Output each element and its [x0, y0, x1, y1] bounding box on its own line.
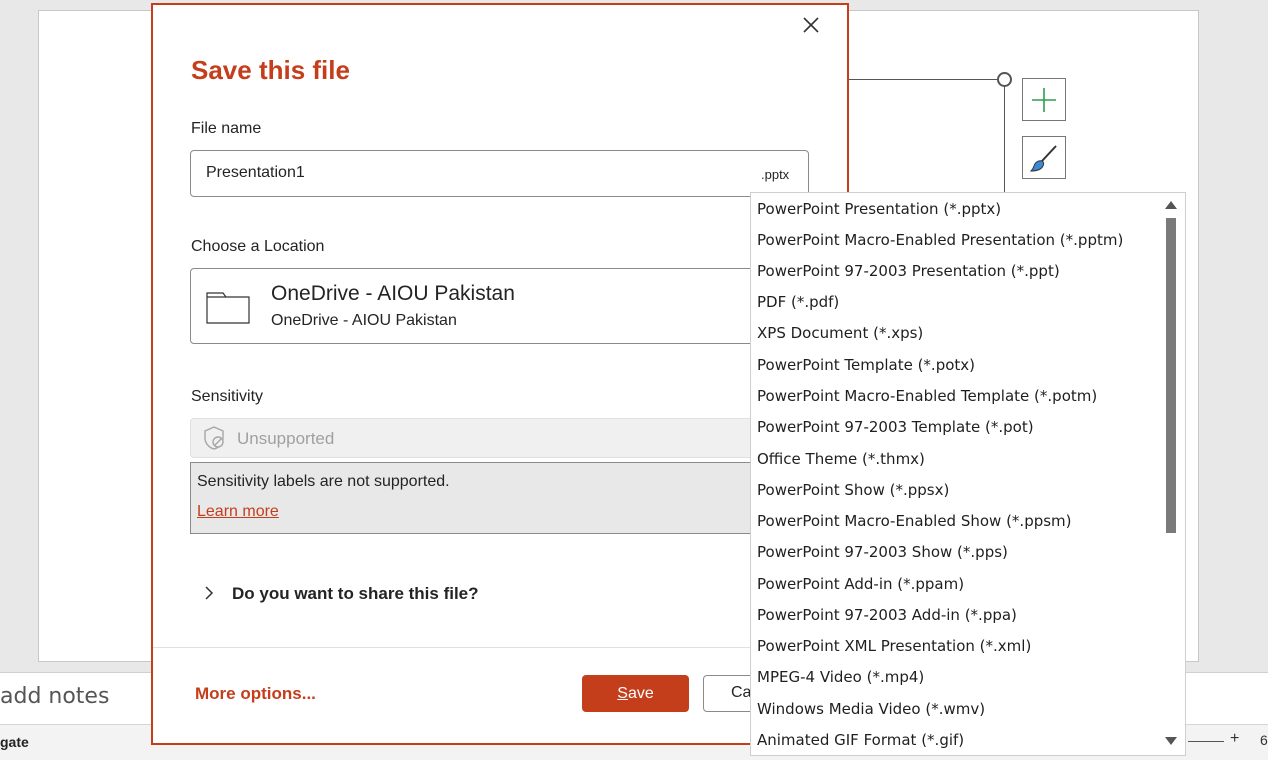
file-type-option[interactable]: PowerPoint 97-2003 Show (*.pps) [757, 543, 1008, 561]
add-element-button[interactable] [1022, 78, 1066, 121]
connector-line-vertical [1004, 86, 1005, 196]
style-brush-button[interactable] [1022, 136, 1066, 179]
sensitivity-info-text: Sensitivity labels are not supported. [197, 473, 450, 490]
save-button-label: ave [627, 684, 654, 702]
file-type-option[interactable]: PowerPoint Template (*.potx) [757, 356, 975, 374]
file-type-option[interactable]: Animated GIF Format (*.gif) [757, 731, 964, 749]
plus-icon [1032, 87, 1056, 112]
save-dialog [151, 3, 849, 745]
file-name-value[interactable]: Presentation1 [206, 164, 305, 182]
file-type-option[interactable]: PowerPoint Macro-Enabled Presentation (*… [757, 231, 1123, 249]
share-file-toggle[interactable]: Do you want to share this file? [232, 584, 479, 604]
scroll-up-arrow-icon[interactable] [1164, 199, 1178, 211]
file-type-option[interactable]: PowerPoint XML Presentation (*.xml) [757, 637, 1031, 655]
brush-icon [1029, 144, 1057, 172]
file-type-option[interactable]: PowerPoint 97-2003 Add-in (*.ppa) [757, 606, 1017, 624]
location-title: OneDrive - AIOU Pakistan [271, 282, 515, 305]
zoom-slider[interactable] [1188, 741, 1224, 742]
folder-icon [206, 292, 250, 324]
sensitivity-label: Sensitivity [191, 388, 264, 405]
more-options-link[interactable]: More options... [195, 684, 316, 704]
file-type-selector[interactable]: .pptx [761, 167, 789, 182]
connector-line [846, 79, 999, 80]
dialog-divider [153, 647, 847, 648]
file-type-option[interactable]: PowerPoint 97-2003 Template (*.pot) [757, 418, 1034, 436]
sensitivity-value: Unsupported [237, 429, 335, 448]
chevron-right-icon[interactable] [202, 585, 216, 601]
learn-more-link[interactable]: Learn more [197, 503, 279, 521]
location-picker[interactable] [190, 268, 790, 344]
file-type-option[interactable]: PowerPoint 97-2003 Presentation (*.ppt) [757, 262, 1060, 280]
scroll-down-arrow-icon[interactable] [1164, 735, 1178, 747]
save-button-accesskey: S [617, 684, 628, 702]
rotation-handle[interactable] [997, 72, 1012, 87]
save-button[interactable]: Save [582, 675, 689, 712]
file-type-option[interactable]: PDF (*.pdf) [757, 293, 839, 311]
file-type-option[interactable]: PowerPoint Macro-Enabled Template (*.pot… [757, 387, 1097, 405]
file-type-option[interactable]: PowerPoint Presentation (*.pptx) [757, 200, 1001, 218]
location-label: Choose a Location [191, 238, 325, 255]
file-type-option[interactable]: PowerPoint Add-in (*.ppam) [757, 575, 964, 593]
status-bar-text[interactable]: gate [0, 734, 29, 750]
close-button[interactable] [800, 14, 822, 36]
file-type-option[interactable]: PowerPoint Show (*.ppsx) [757, 481, 949, 499]
zoom-level[interactable]: 6 [1260, 732, 1268, 748]
file-name-label: File name [191, 120, 262, 137]
file-type-option[interactable]: Windows Media Video (*.wmv) [757, 700, 985, 718]
close-icon [803, 17, 819, 33]
file-type-option[interactable]: XPS Document (*.xps) [757, 324, 923, 342]
notes-placeholder: add notes [0, 684, 110, 709]
file-type-option[interactable]: Office Theme (*.thmx) [757, 450, 925, 468]
scrollbar-thumb[interactable] [1166, 218, 1176, 533]
zoom-in-button[interactable]: + [1230, 730, 1239, 748]
file-type-option[interactable]: MPEG-4 Video (*.mp4) [757, 668, 924, 686]
file-type-option[interactable]: PowerPoint Macro-Enabled Show (*.ppsm) [757, 512, 1072, 530]
shield-slash-icon [204, 426, 224, 450]
location-subtitle: OneDrive - AIOU Pakistan [271, 312, 457, 329]
dialog-title: Save this file [191, 55, 350, 85]
